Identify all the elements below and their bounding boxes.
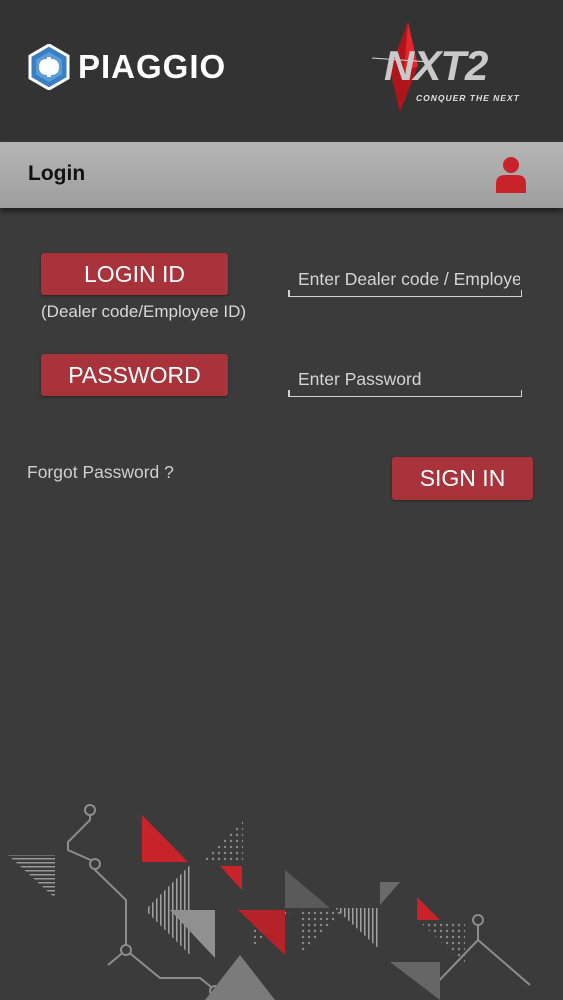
product-logo-text: NXT2 (384, 42, 488, 89)
piaggio-logo: PIAGGIO (26, 43, 246, 94)
password-input[interactable] (298, 364, 520, 394)
login-id-input[interactable] (298, 264, 520, 294)
nxt2-logo: NXT2 CONQUER THE NEXT (370, 20, 540, 120)
app-header: PIAGGIO NXT2 CONQUER THE NEXT (0, 0, 563, 140)
login-id-field (288, 264, 522, 297)
password-field (288, 364, 522, 397)
brand-name: PIAGGIO (78, 48, 227, 85)
title-bar: Login (0, 142, 563, 208)
decorative-background-pattern (8, 804, 531, 1000)
user-icon[interactable] (495, 156, 527, 194)
product-tagline: CONQUER THE NEXT (416, 93, 520, 103)
forgot-password-link[interactable]: Forgot Password ? (27, 462, 174, 483)
login-id-label: LOGIN ID (41, 253, 228, 295)
page-title: Login (28, 162, 86, 185)
login-id-hint: (Dealer code/Employee ID) (41, 302, 247, 321)
sign-in-button[interactable]: SIGN IN (392, 457, 533, 500)
piaggio-emblem-icon (28, 43, 70, 91)
password-label: PASSWORD (41, 354, 228, 396)
